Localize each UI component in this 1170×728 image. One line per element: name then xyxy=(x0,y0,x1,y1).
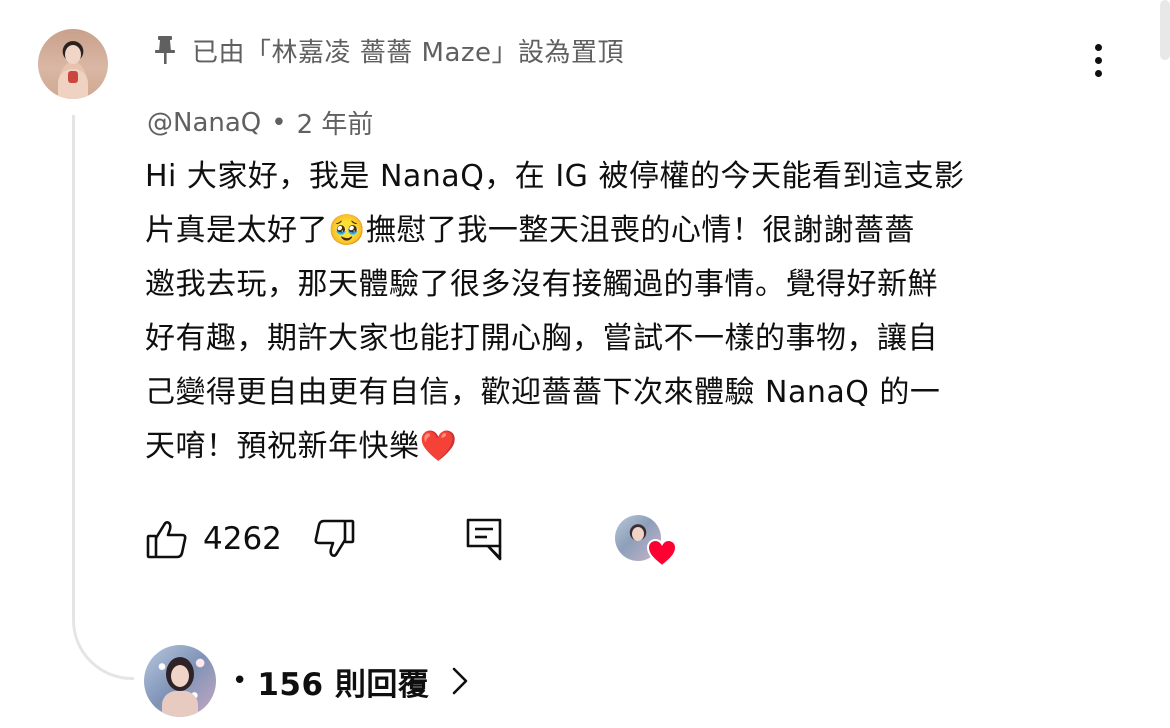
thumbs-down-icon[interactable] xyxy=(312,517,356,561)
comment-timestamp[interactable]: 2 年前 xyxy=(297,104,374,141)
commenter-avatar[interactable] xyxy=(38,29,108,99)
pin-icon xyxy=(152,35,178,65)
header-separator: • xyxy=(271,107,287,138)
thumbs-up-icon[interactable] xyxy=(145,517,189,561)
reply-avatar xyxy=(144,645,216,717)
kebab-dot-icon xyxy=(1094,57,1102,64)
chevron-right-icon[interactable] xyxy=(451,666,469,696)
replies-bullet: • xyxy=(232,666,248,696)
author-handle[interactable]: @NanaQ xyxy=(147,108,261,138)
kebab-dot-icon xyxy=(1094,70,1102,77)
reply-comment-icon[interactable] xyxy=(464,516,504,562)
comment-body: Hi 大家好，我是 NanaQ，在 IG 被停權的今天能看到這支影 片真是太好了… xyxy=(145,159,965,464)
kebab-dot-icon xyxy=(1094,44,1102,51)
heart-icon xyxy=(646,538,678,571)
more-options-button[interactable] xyxy=(1084,44,1112,84)
comment-actions: 4262 xyxy=(145,514,504,564)
creator-heart-badge[interactable] xyxy=(615,515,678,571)
comment-header: @NanaQ • 2 年前 xyxy=(147,104,373,141)
replies-count[interactable]: 156 則回覆 xyxy=(257,659,429,704)
view-replies-button[interactable]: • 156 則回覆 xyxy=(144,645,469,717)
pinned-label: 已由「林嘉凌 薔薔 Maze」設為置頂 xyxy=(192,37,625,68)
like-count: 4262 xyxy=(203,521,282,557)
scrollbar[interactable] xyxy=(1160,0,1170,60)
pinned-indicator: 已由「林嘉凌 薔薔 Maze」設為置頂 xyxy=(152,30,624,70)
thread-connector-line xyxy=(72,115,134,680)
